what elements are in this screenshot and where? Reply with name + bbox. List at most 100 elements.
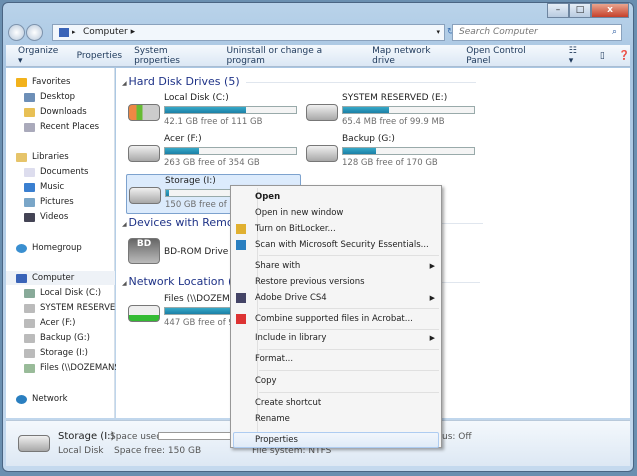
drive-f[interactable]: Acer (F:) 263 GB free of 354 GB [126,133,306,173]
context-menu: Open Open in new window Turn on BitLocke… [230,185,442,448]
menu-bitlocker[interactable]: Turn on BitLocker... [255,222,439,236]
nav-label: Computer [32,273,75,283]
drive-icon [24,333,35,343]
drive-icon [24,348,35,358]
star-icon [16,77,27,87]
address-bar[interactable]: ▸ Computer ▸ ▾ [52,24,445,41]
dropdown-icon[interactable]: ▾ [436,25,440,40]
drive-e[interactable]: SYSTEM RESERVED (E:) 65.4 MB free of 99.9… [304,92,484,132]
nav-network-files[interactable]: Files (\\DOZEMANSI [24,363,122,373]
menu-restore-versions[interactable]: Restore previous versions [255,275,439,289]
back-button[interactable] [8,24,25,41]
nav-label: Acer (F:) [40,318,76,328]
pictures-icon [24,197,35,207]
details-usage-bar [158,432,238,440]
menu-create-shortcut[interactable]: Create shortcut [255,396,439,410]
nav-downloads[interactable]: Downloads [24,107,87,117]
usage-bar [342,106,475,114]
properties-button[interactable]: Properties [77,51,122,61]
breadcrumb[interactable]: Computer [83,27,128,37]
usage-fill [165,107,247,113]
view-options-icon[interactable]: ☷ ▾ [569,46,584,66]
downloads-icon [24,107,35,117]
uninstall-button[interactable]: Uninstall or change a program [226,46,360,66]
submenu-arrow-icon: ▶ [429,262,435,270]
usage-bar [164,147,297,155]
nav-computer[interactable]: Computer [16,273,74,283]
nav-drive-f[interactable]: Acer (F:) [24,318,76,328]
nav-pictures[interactable]: Pictures [24,197,74,207]
recent-places-icon [24,122,35,132]
search-icon[interactable]: ⌕ [612,25,617,40]
nav-label: Music [40,182,65,192]
menu-open[interactable]: Open [255,190,439,204]
nav-recent-places[interactable]: Recent Places [24,122,99,132]
network-drive-icon [24,363,35,373]
nav-label: Local Disk (C:) [40,288,102,298]
forward-button[interactable] [26,24,43,41]
preview-pane-icon[interactable]: ▯ [600,51,605,61]
menu-share-with[interactable]: Share with ▶ [255,259,439,273]
drive-icon [24,303,35,313]
nav-label: Libraries [32,152,69,162]
nav-documents[interactable]: Documents [24,167,88,177]
nav-videos[interactable]: Videos [24,212,68,222]
drive-free: 42.1 GB free of 111 GB [164,117,263,127]
maximize-button[interactable]: □ [569,3,591,18]
nav-music[interactable]: Music [24,182,64,192]
system-properties-button[interactable]: System properties [134,46,214,66]
menu-rename[interactable]: Rename [255,412,439,426]
menu-open-new-window[interactable]: Open in new window [255,206,439,220]
nav-drive-c[interactable]: Local Disk (C:) [24,288,101,298]
search-input[interactable]: Search Computer ⌕ [452,24,622,41]
drive-c[interactable]: Local Disk (C:) 42.1 GB free of 111 GB [126,92,306,132]
menu-include-library[interactable]: Include in library ▶ [255,331,439,345]
nav-label: Documents [40,167,89,177]
nav-drive-e[interactable]: SYSTEM RESERVED ( [24,303,128,313]
windows-drive-icon [128,104,160,121]
drive-icon [306,145,338,162]
drive-icon [306,104,338,121]
group-header-hdd[interactable]: Hard Disk Drives (5) [122,75,476,88]
menu-adobe-drive[interactable]: Adobe Drive CS4 ▶ [255,291,439,305]
drive-name: Storage (I:) [165,176,216,186]
nav-homegroup[interactable]: Homegroup [16,243,82,253]
menu-scan[interactable]: Scan with Microsoft Security Essentials.… [255,238,439,252]
nav-favorites[interactable]: Favorites [16,77,70,87]
nav-label: SYSTEM RESERVED ( [40,303,128,313]
minimize-button[interactable]: – [547,3,569,18]
nav-desktop[interactable]: Desktop [24,92,75,102]
usage-bar [342,147,475,155]
help-icon[interactable]: ❓ [619,51,630,61]
menu-combine-acrobat[interactable]: Combine supported files in Acrobat... [255,312,439,326]
details-type: Local Disk [58,446,104,456]
nav-drive-i[interactable]: Storage (I:) [24,348,88,358]
navigation-pane: Favorites Desktop Downloads Recent Place… [6,68,128,418]
open-control-panel-button[interactable]: Open Control Panel [466,46,551,66]
organize-button[interactable]: Organize ▾ [18,46,65,66]
menu-properties[interactable]: Properties [255,433,439,447]
libraries-icon [16,152,27,162]
nav-libraries[interactable]: Libraries [16,152,69,162]
drive-g[interactable]: Backup (G:) 128 GB free of 170 GB [304,133,484,173]
submenu-arrow-icon: ▶ [429,294,435,302]
close-button[interactable]: x [591,3,629,18]
usage-fill [343,107,389,113]
map-network-drive-button[interactable]: Map network drive [372,46,454,66]
security-essentials-icon [236,240,246,250]
bd-badge: BD [136,239,152,249]
shield-icon [236,224,246,234]
drive-name: Acer (F:) [164,134,202,144]
drive-icon [129,187,161,204]
nav-label: Files (\\DOZEMANSI [40,363,123,373]
submenu-arrow-icon: ▶ [429,334,435,342]
nav-drive-g[interactable]: Backup (G:) [24,333,90,343]
drive-name: Files (\\DOZEMA [164,294,236,304]
usage-fill [343,148,376,154]
bd-drive-icon: BD [128,238,160,264]
computer-icon [16,273,27,283]
adobe-drive-icon [236,293,246,303]
nav-network[interactable]: Network [16,394,68,404]
menu-format[interactable]: Format... [255,352,439,366]
menu-copy[interactable]: Copy [255,374,439,388]
